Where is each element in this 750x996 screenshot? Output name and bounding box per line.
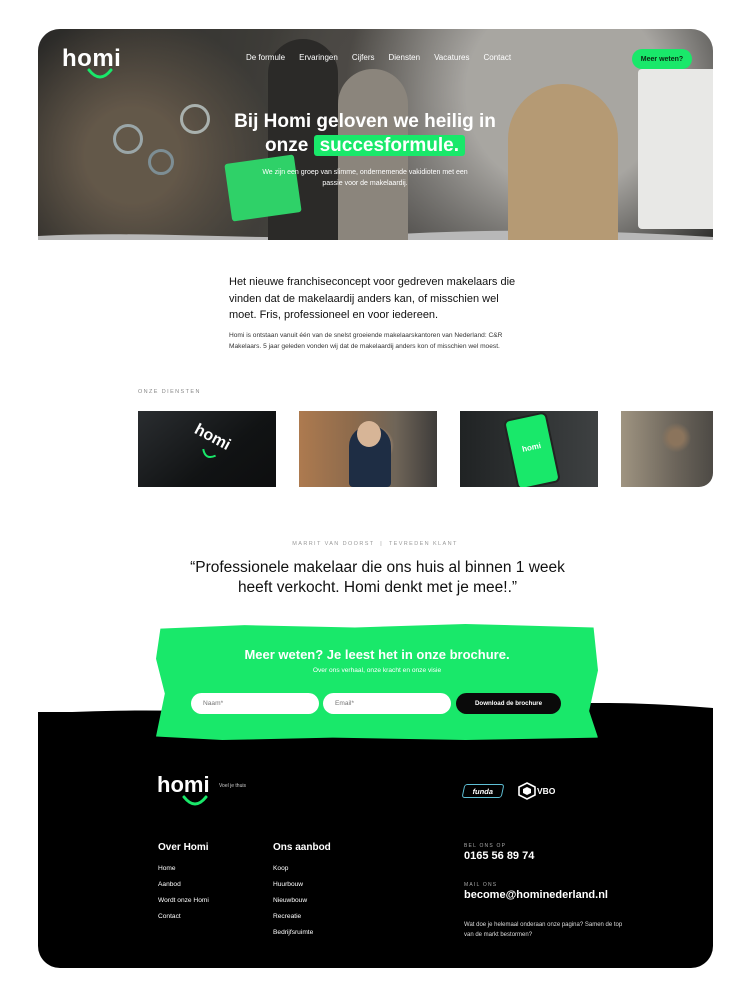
email-field[interactable]	[323, 693, 451, 714]
brochure-subtitle: Over ons verhaal, onze kracht en onze vi…	[312, 667, 442, 674]
intro-lead: Het nieuwe franchiseconcept voor gedreve…	[229, 276, 516, 321]
footer-question: Wat doe je helemaal onderaan onze pagina…	[464, 922, 623, 938]
footer-link-koop[interactable]: Koop	[273, 865, 288, 872]
nav-item-formule[interactable]: De formule	[246, 53, 285, 62]
footer-link-nieuwbouw[interactable]: Nieuwbouw	[273, 897, 307, 904]
service-card[interactable]	[621, 411, 713, 487]
hero-title-highlight: succesformule.	[313, 135, 465, 156]
meer-weten-button[interactable]: Meer weten?	[632, 49, 692, 69]
footer-link-huurbouw[interactable]: Huurbouw	[273, 881, 303, 888]
testimonial-meta: MARRIT VAN DOORST | TEVREDEN KLANT	[0, 541, 750, 547]
brochure-title: Meer weten? Je leest het in onze brochur…	[244, 647, 510, 662]
footer-smile-icon	[182, 795, 208, 806]
hero-title-line1: Bij Homi geloven we heilig in	[234, 111, 496, 132]
hero-person	[508, 84, 618, 240]
phone-number[interactable]: 0165 56 89 74	[464, 850, 534, 862]
nav-item-ervaringen[interactable]: Ervaringen	[299, 53, 338, 62]
brochure-panel	[156, 624, 598, 740]
vbo-icon	[518, 782, 536, 800]
download-brochure-button[interactable]: Download de brochure	[456, 693, 561, 714]
decor-plate	[113, 124, 143, 154]
footer-link-wordt[interactable]: Wordt onze Homi	[158, 897, 209, 904]
footer-link-bedrijfsruimte[interactable]: Bedrijfsruimte	[273, 929, 313, 936]
mail-label: MAIL ONS	[464, 882, 498, 888]
main-nav: De formule Ervaringen Cijfers Diensten V…	[246, 53, 525, 62]
service-card[interactable]: homi	[138, 411, 276, 487]
hero-title: Bij Homi geloven we heilig in onze succe…	[200, 110, 530, 158]
footer-link-recreatie[interactable]: Recreatie	[273, 913, 301, 920]
logo-smile-icon	[87, 68, 113, 79]
smile-icon	[202, 448, 216, 458]
footer-col-title-aanbod: Ons aanbod	[273, 842, 331, 853]
name-field[interactable]	[191, 693, 319, 714]
services-label: ONZE DIENSTEN	[138, 389, 201, 395]
testimonial-quote: “Professionele makelaar die ons huis al …	[190, 559, 565, 596]
testimonial-author: MARRIT VAN DOORST	[292, 541, 375, 547]
decor-plate	[148, 149, 174, 175]
phone-label: BEL ONS OP	[464, 843, 507, 849]
card-logo: homi	[191, 421, 234, 455]
footer-col-title-over: Over Homi	[158, 842, 209, 853]
intro-body: Homi is ontstaan vanuit één van de snels…	[229, 332, 503, 350]
testimonial-role: TEVREDEN KLANT	[388, 541, 458, 547]
footer-link-home[interactable]: Home	[158, 865, 176, 872]
agent-face	[357, 421, 381, 447]
nav-item-diensten[interactable]: Diensten	[388, 53, 420, 62]
footer-link-contact[interactable]: Contact	[158, 913, 181, 920]
footer-link-aanbod[interactable]: Aanbod	[158, 881, 181, 888]
hero-monitor	[638, 69, 713, 229]
testimonial-separator: |	[380, 541, 384, 547]
funda-logo[interactable]: funda	[461, 784, 505, 798]
footer-tagline: Voel je thuis	[219, 783, 246, 789]
email-address[interactable]: become@hominederland.nl	[464, 889, 608, 901]
hero-subtitle: We zijn een groep van slimme, ondernemen…	[262, 169, 468, 187]
nav-item-cijfers[interactable]: Cijfers	[352, 53, 375, 62]
hero-title-prefix: onze	[265, 135, 309, 156]
vbo-logo[interactable]: VBO	[537, 786, 555, 796]
service-card[interactable]: homi	[460, 411, 598, 487]
service-card[interactable]	[299, 411, 437, 487]
nav-item-contact[interactable]: Contact	[484, 53, 512, 62]
nav-item-vacatures[interactable]: Vacatures	[434, 53, 469, 62]
